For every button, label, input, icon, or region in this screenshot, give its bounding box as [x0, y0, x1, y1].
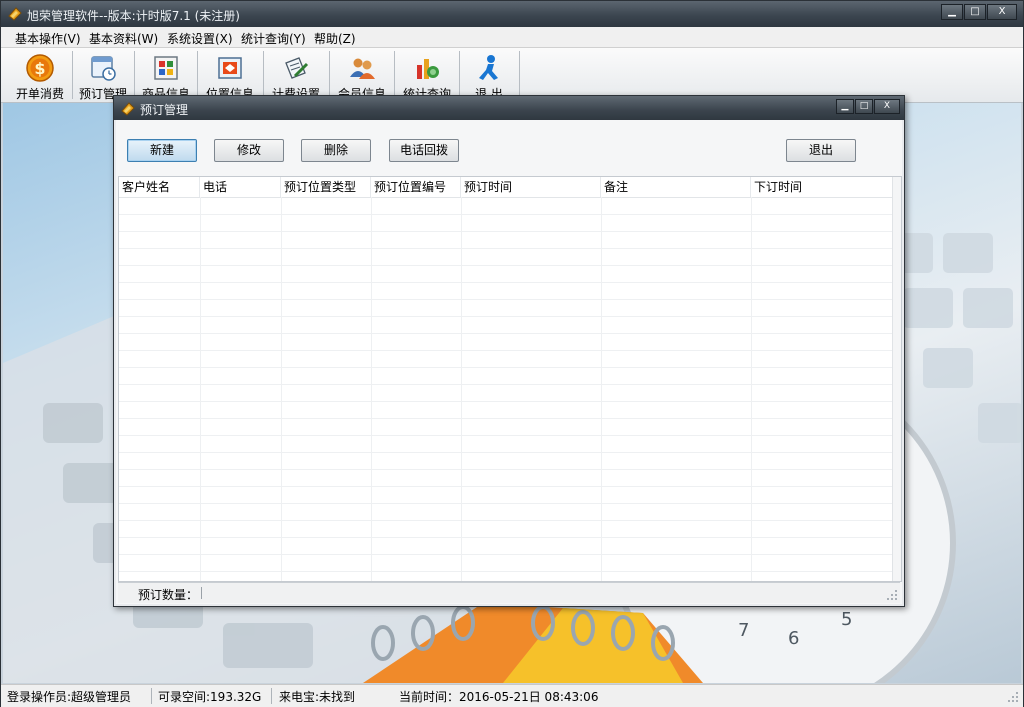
pen-paper-icon [285, 57, 309, 79]
runner-icon [479, 55, 498, 80]
toolbar-label: 开单消费 [15, 87, 64, 101]
column-header-order-time[interactable]: 下订时间 [751, 177, 893, 197]
delete-button[interactable]: 删除 [301, 139, 371, 162]
dialog-footer: 预订数量： [118, 582, 900, 603]
menu-statistics[interactable]: 统计查询(Y) [241, 30, 306, 47]
users-icon [350, 58, 375, 79]
status-caller-device: 来电宝:未找到 [279, 690, 356, 704]
new-button[interactable]: 新建 [127, 139, 197, 162]
reservation-dialog: 预订管理 ▁ □ X 新建 修改 删除 电话回拨 退出 客户姓名 电话 预订位置… [113, 95, 905, 607]
close-button[interactable]: X [987, 4, 1017, 20]
status-available-space: 可录空间:193.32G [158, 690, 262, 704]
main-window: 旭荣管理软件--版本:计时版7.1 (未注册) ▁ □ X 基本操作(V) 基本… [0, 0, 1024, 707]
menu-basic-ops[interactable]: 基本操作(V) [15, 30, 81, 47]
column-header-remarks[interactable]: 备注 [601, 177, 751, 197]
svg-text:6: 6 [788, 628, 799, 649]
toolbar-reservation-button[interactable]: 预订管理 [74, 50, 132, 101]
dialog-title: 预订管理 [140, 103, 189, 117]
app-logo-icon [8, 7, 22, 21]
dialog-body: 新建 修改 删除 电话回拨 退出 客户姓名 电话 预订位置类型 预订位置编号 预… [116, 120, 902, 604]
reservation-count-label: 预订数量： [138, 588, 199, 602]
vertical-scrollbar[interactable] [892, 177, 901, 581]
column-header-location-number[interactable]: 预订位置编号 [371, 177, 461, 197]
toolbar-statistics-button[interactable]: 统计查询 [396, 50, 458, 101]
svg-text:7: 7 [738, 620, 749, 641]
column-header-customer-name[interactable]: 客户姓名 [119, 177, 200, 197]
dialog-title-bar[interactable]: 预订管理 ▁ □ X [114, 96, 904, 120]
menu-bar: 基本操作(V) 基本资料(W) 系统设置(X) 统计查询(Y) 帮助(Z) [1, 27, 1023, 48]
maximize-button[interactable]: □ [964, 4, 986, 20]
exit-button[interactable]: 退出 [786, 139, 856, 162]
toolbar-exit-button[interactable]: 退 出 [461, 50, 517, 101]
reservation-table[interactable]: 客户姓名 电话 预订位置类型 预订位置编号 预订时间 备注 下订时间 [118, 176, 902, 582]
edit-button[interactable]: 修改 [214, 139, 284, 162]
title-bar[interactable]: 旭荣管理软件--版本:计时版7.1 (未注册) ▁ □ X [1, 1, 1023, 28]
app-logo-icon [121, 102, 135, 116]
toolbar-location-button[interactable]: 位置信息 [199, 50, 261, 101]
window-title: 旭荣管理软件--版本:计时版7.1 (未注册) [27, 9, 240, 23]
dialog-maximize-button[interactable]: □ [855, 99, 873, 114]
column-header-reservation-time[interactable]: 预订时间 [461, 177, 601, 197]
toolbar-billing-settings-button[interactable]: 计费设置 [265, 50, 327, 101]
column-header-phone[interactable]: 电话 [200, 177, 281, 197]
minimize-button[interactable]: ▁ [941, 4, 963, 20]
status-current-time: 当前时间：2016-05-21日 08:43:06 [399, 690, 599, 704]
dialog-minimize-button[interactable]: ▁ [836, 99, 854, 114]
svg-text:5: 5 [841, 609, 852, 630]
menu-help[interactable]: 帮助(Z) [314, 30, 356, 47]
card-icon [218, 57, 242, 79]
menu-basic-data[interactable]: 基本资料(W) [89, 30, 158, 47]
phone-callback-button[interactable]: 电话回拨 [389, 139, 459, 162]
status-bar: 登录操作员:超级管理员 可录空间:193.32G 来电宝:未找到 当前时间：20… [1, 684, 1023, 707]
dialog-close-button[interactable]: X [874, 99, 900, 114]
toolbar-member-button[interactable]: 会员信息 [331, 50, 393, 101]
table-header: 客户姓名 电话 预订位置类型 预订位置编号 预订时间 备注 下订时间 [119, 177, 901, 198]
toolbar-open-bill-button[interactable]: $ 开单消费 [9, 50, 71, 101]
coin-icon: $ [26, 54, 54, 82]
toolbar-goods-button[interactable]: 商品信息 [136, 50, 196, 101]
menu-system-settings[interactable]: 系统设置(X) [167, 30, 233, 47]
resize-grip-icon[interactable] [1007, 691, 1019, 703]
svg-text:$: $ [34, 59, 45, 78]
status-operator: 登录操作员:超级管理员 [7, 690, 132, 704]
resize-grip-icon[interactable] [886, 589, 898, 601]
column-header-location-type[interactable]: 预订位置类型 [281, 177, 371, 197]
grid-icon [154, 56, 178, 80]
chart-icon [417, 59, 439, 79]
calendar-clock-icon [91, 56, 116, 81]
